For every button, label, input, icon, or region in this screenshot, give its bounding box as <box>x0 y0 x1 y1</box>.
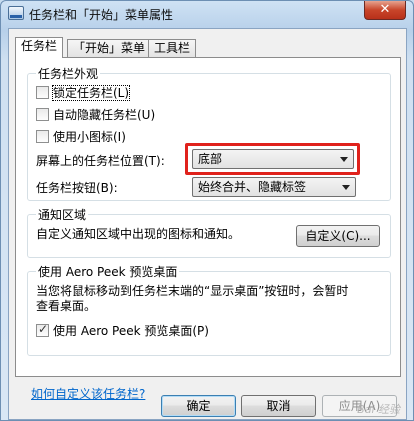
aero-peek-group: 使用 Aero Peek 预览桌面 当您将鼠标移动到任务栏末端的“显示桌面”按钮… <box>27 263 391 356</box>
aero-peek-checkbox[interactable]: 使用 Aero Peek 预览桌面(P) <box>36 322 209 338</box>
notification-group-label: 通知区域 <box>36 206 89 223</box>
chevron-down-icon <box>340 157 348 162</box>
small-icons-label: 使用小图标(I) <box>53 130 126 144</box>
notification-description: 自定义通知区域中出现的图标和通知。 <box>36 227 241 241</box>
auto-hide-checkbox[interactable]: 自动隐藏任务栏(U) <box>36 106 155 122</box>
help-link[interactable]: 如何自定义该任务栏? <box>31 385 145 402</box>
tab-start-menu[interactable]: 「开始」菜单 <box>67 39 152 57</box>
appearance-group: 任务栏外观 锁定任务栏(L) 自动隐藏任务栏(U) 使用小图标(I) 屏幕上的任… <box>27 65 391 201</box>
location-label: 屏幕上的任务栏位置(T): <box>36 154 165 168</box>
lock-taskbar-checkbox[interactable]: 锁定任务栏(L) <box>36 84 131 101</box>
appearance-group-label: 任务栏外观 <box>36 65 101 82</box>
notification-group: 通知区域 自定义通知区域中出现的图标和通知。 自定义(C)... <box>27 206 391 258</box>
title-bar: 任务栏和「开始」菜单属性 ✕ <box>1 1 413 27</box>
close-button[interactable]: ✕ <box>364 1 406 20</box>
taskbar-icon <box>8 6 24 20</box>
watermark: Bai 经验 <box>357 403 400 416</box>
auto-hide-box[interactable] <box>36 108 49 121</box>
buttons-label: 任务栏按钮(B): <box>36 181 118 195</box>
small-icons-box[interactable] <box>36 130 49 143</box>
lock-taskbar-label: 锁定任务栏(L) <box>51 85 131 101</box>
location-value: 底部 <box>198 152 223 166</box>
aero-peek-group-label: 使用 Aero Peek 预览桌面 <box>36 263 180 280</box>
tab-taskbar[interactable]: 任务栏 <box>15 37 64 58</box>
buttons-dropdown[interactable]: 始终合并、隐藏标签 <box>192 177 356 197</box>
ok-button[interactable]: 确定 <box>161 395 236 417</box>
aero-peek-box[interactable] <box>36 322 49 337</box>
customize-button[interactable]: 自定义(C)... <box>296 225 380 247</box>
chevron-down-icon <box>342 185 350 190</box>
auto-hide-label: 自动隐藏任务栏(U) <box>53 108 156 122</box>
taskbar-tab-page: 任务栏外观 锁定任务栏(L) 自动隐藏任务栏(U) 使用小图标(I) 屏幕上的任… <box>15 57 401 401</box>
window-title: 任务栏和「开始」菜单属性 <box>29 8 174 22</box>
properties-dialog: 任务栏和「开始」菜单属性 ✕ 任务栏 「开始」菜单 工具栏 任务栏外观 锁定任务… <box>0 0 414 421</box>
tab-toolbars[interactable]: 工具栏 <box>148 39 197 57</box>
lock-taskbar-box[interactable] <box>36 86 49 99</box>
small-icons-checkbox[interactable]: 使用小图标(I) <box>36 128 126 144</box>
aero-peek-label: 使用 Aero Peek 预览桌面(P) <box>53 324 209 338</box>
location-dropdown[interactable]: 底部 <box>192 149 354 169</box>
cancel-button[interactable]: 取消 <box>241 395 316 417</box>
aero-peek-description-line2: 查看桌面。 <box>36 299 97 313</box>
dialog-body: 任务栏 「开始」菜单 工具栏 任务栏外观 锁定任务栏(L) 自动隐藏任务栏(U)… <box>8 28 407 420</box>
buttons-value: 始终合并、隐藏标签 <box>198 180 307 194</box>
